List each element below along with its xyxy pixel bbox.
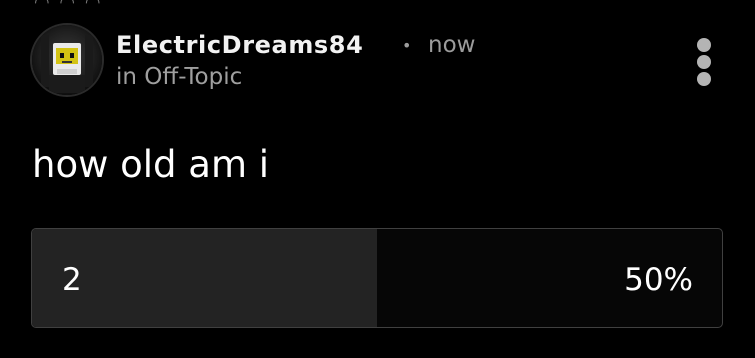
post-card: ◠ ◠ ◠ ElectricDreams84 • now in xyxy=(0,0,755,358)
post-timestamp: now xyxy=(428,32,476,58)
post-body-text: how old am i xyxy=(32,143,270,186)
author-name[interactable]: ElectricDreams84 xyxy=(116,31,363,59)
robot-avatar-icon xyxy=(32,25,102,95)
poll-option-percent: 50% xyxy=(624,262,693,298)
poll-option[interactable]: 2 50% xyxy=(31,228,723,328)
poll-result-bar xyxy=(32,229,377,327)
poll-option-label: 2 xyxy=(62,262,82,298)
previous-content-fragment: ◠ ◠ ◠ xyxy=(34,0,254,6)
author-avatar[interactable] xyxy=(32,25,102,95)
more-options-button[interactable] xyxy=(691,38,717,86)
post-category[interactable]: in Off-Topic xyxy=(116,64,242,90)
meta-separator: • xyxy=(402,36,412,55)
